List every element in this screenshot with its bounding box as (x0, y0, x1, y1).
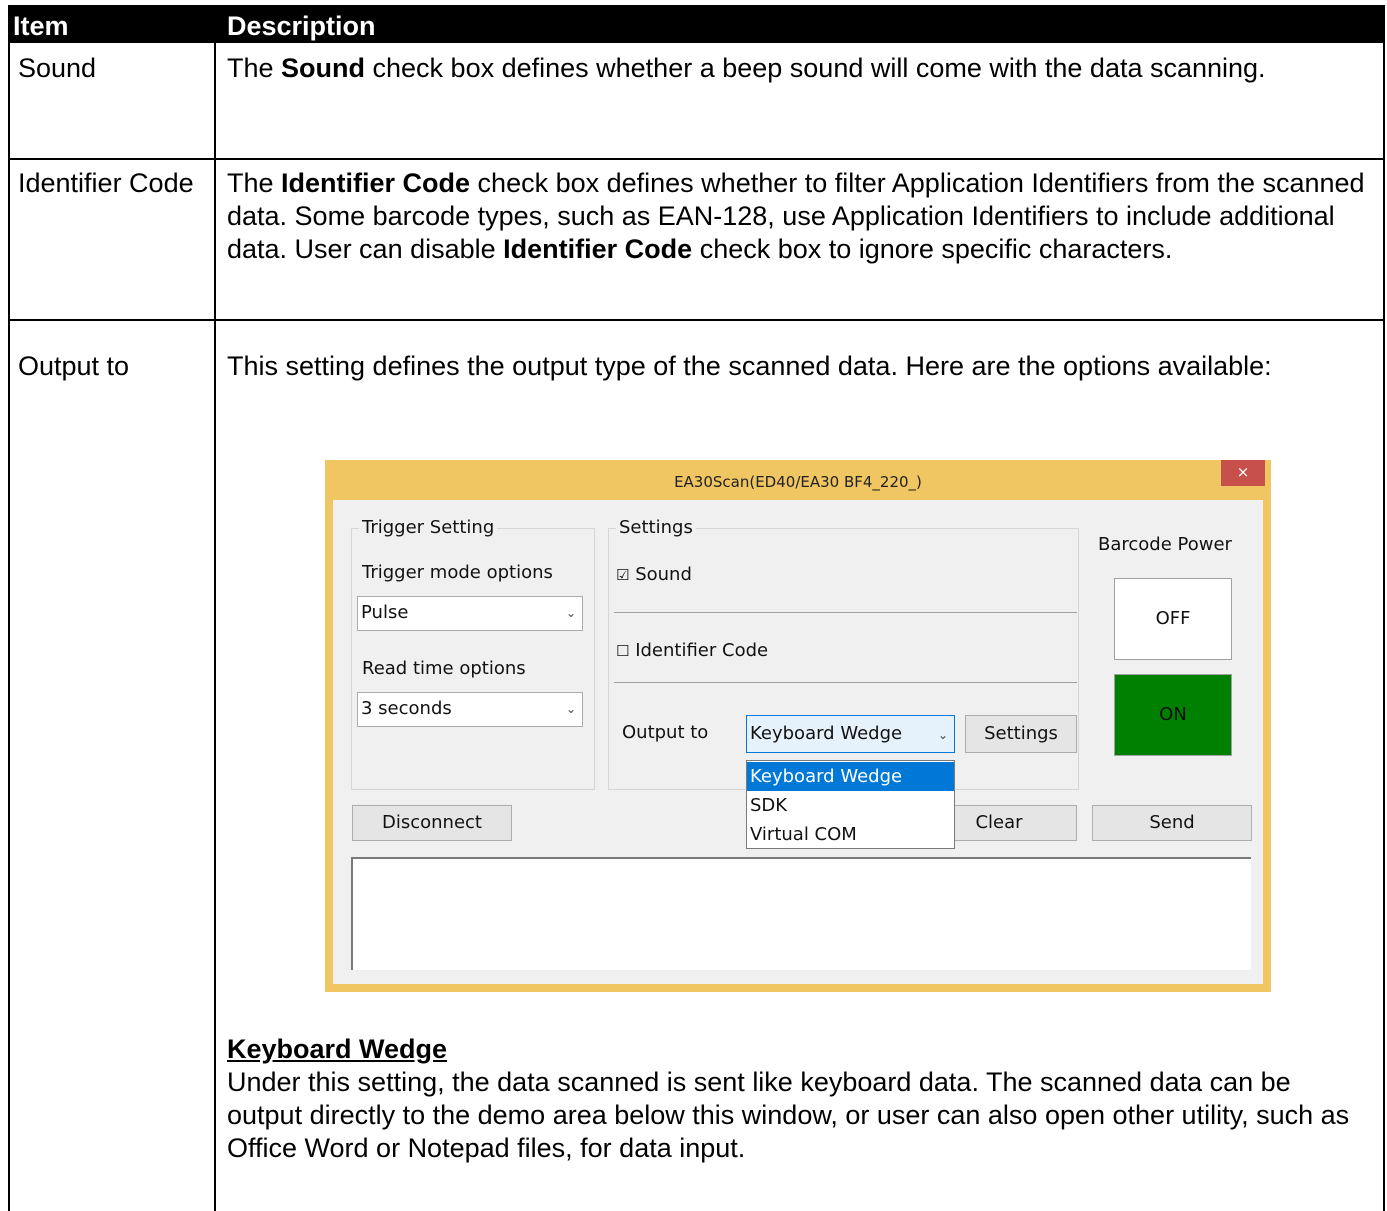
keyboard-wedge-description: Under this setting, the data scanned is … (227, 1067, 1350, 1163)
output-to-dropdown: Keyboard Wedge SDK Virtual COM (746, 760, 955, 849)
power-on-button[interactable]: ON (1114, 674, 1232, 756)
barcode-power-label: Barcode Power (1098, 534, 1232, 555)
sound-checkbox-label: Sound (635, 564, 692, 585)
output-to-select[interactable]: Keyboard Wedge ⌄ (746, 715, 955, 753)
row-divider (8, 319, 1384, 321)
table-border-left (8, 5, 10, 1211)
item-sound: Sound (18, 53, 97, 83)
dropdown-option-virtual-com[interactable]: Virtual COM (747, 820, 954, 849)
disconnect-button[interactable]: Disconnect (352, 805, 512, 841)
scanner-dialog: EA30Scan(ED40/EA30 BF4_220_) × Trigger S… (325, 460, 1271, 992)
output-to-label: Output to (622, 722, 709, 743)
table-border-right (1383, 5, 1385, 1211)
keyboard-wedge-heading: Keyboard Wedge (227, 1034, 448, 1064)
chevron-down-icon: ⌄ (937, 728, 948, 742)
settings-separator (614, 612, 1077, 613)
chevron-down-icon: ⌄ (565, 702, 576, 716)
power-off-button[interactable]: OFF (1114, 578, 1232, 660)
description-sound: The Sound check box defines whether a be… (227, 53, 1266, 83)
close-button[interactable]: × (1221, 460, 1265, 486)
description-output-to: This setting defines the output type of … (227, 351, 1272, 381)
sound-checkbox[interactable]: ☑ Sound (616, 564, 692, 585)
trigger-setting-title: Trigger Setting (359, 517, 498, 538)
column-divider (214, 5, 216, 1211)
trigger-mode-value: Pulse (361, 602, 409, 623)
read-time-value: 3 seconds (361, 698, 452, 719)
item-output-to: Output to (18, 351, 130, 381)
chevron-down-icon: ⌄ (565, 606, 576, 620)
dropdown-option-keyboard-wedge[interactable]: Keyboard Wedge (747, 762, 954, 791)
settings-title: Settings (616, 517, 696, 538)
header-item: Item (13, 11, 69, 41)
description-identifier-code: The Identifier Code check box defines wh… (227, 168, 1365, 264)
identifier-code-label: Identifier Code (635, 640, 769, 661)
dialog-title: EA30Scan(ED40/EA30 BF4_220_) (674, 473, 922, 491)
output-to-value: Keyboard Wedge (750, 723, 903, 744)
close-icon: × (1236, 463, 1250, 481)
header-description: Description (227, 11, 376, 41)
read-time-select[interactable]: 3 seconds ⌄ (357, 692, 583, 727)
trigger-mode-select[interactable]: Pulse ⌄ (357, 596, 583, 631)
send-button[interactable]: Send (1092, 805, 1252, 841)
identifier-code-checkbox[interactable]: ☐ Identifier Code (616, 640, 768, 661)
checkbox-unchecked-icon: ☐ (616, 642, 630, 660)
read-time-label: Read time options (362, 658, 526, 679)
output-text-area[interactable] (351, 857, 1251, 970)
row-divider (8, 158, 1384, 160)
trigger-mode-label: Trigger mode options (362, 562, 553, 583)
item-identifier-code: Identifier Code (18, 168, 194, 198)
settings-separator (614, 682, 1077, 683)
dialog-client-area: Trigger Setting Trigger mode options Pul… (333, 500, 1263, 984)
checkbox-checked-icon: ☑ (616, 566, 630, 584)
dropdown-option-sdk[interactable]: SDK (747, 791, 954, 820)
output-settings-button[interactable]: Settings (965, 715, 1077, 753)
